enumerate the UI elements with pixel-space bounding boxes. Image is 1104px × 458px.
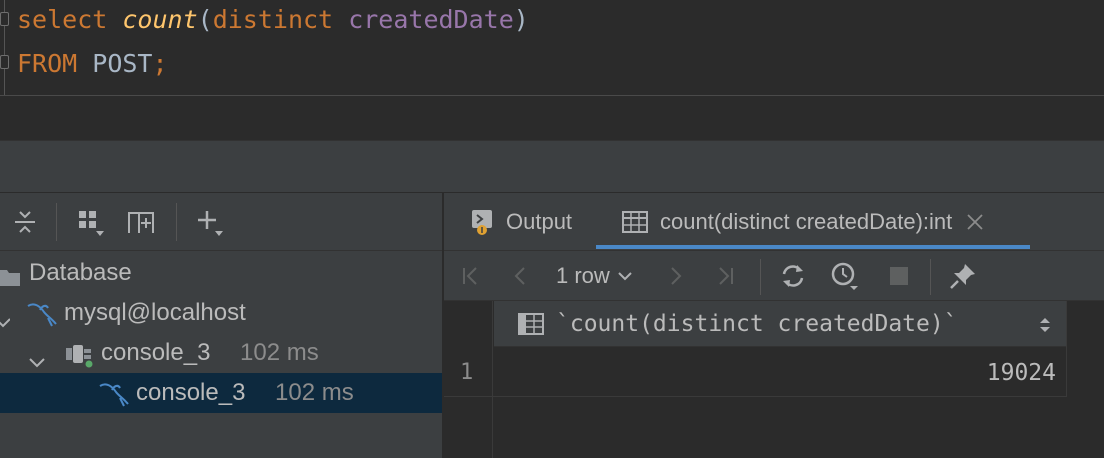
tree-item-label: console_3 xyxy=(136,379,246,406)
row-count-label: 1 row xyxy=(556,263,610,288)
group-by-icon[interactable] xyxy=(76,207,106,237)
first-page-icon[interactable] xyxy=(456,261,486,291)
tab-label: Output xyxy=(506,209,573,234)
code-line-2[interactable]: FROM POST; xyxy=(17,47,168,81)
history-icon[interactable] xyxy=(830,261,860,291)
results-toolbar: 1 row xyxy=(444,251,1104,301)
tree-item-mysql[interactable]: mysql@localhost xyxy=(0,293,442,333)
output-icon xyxy=(470,208,494,236)
results-tabs: Output count(distinct createdDate):int xyxy=(444,193,1104,251)
mysql-icon xyxy=(98,380,130,421)
column-header-label: `count(distinct createdDate)` xyxy=(556,311,958,337)
keyword-distinct: distinct xyxy=(212,5,334,34)
add-service-icon[interactable] xyxy=(126,207,156,237)
row-number: 1 xyxy=(460,360,474,385)
code-line-1[interactable]: select count(distinct createdDate) xyxy=(17,3,529,37)
toolbar-separator xyxy=(930,259,931,295)
function-count: count xyxy=(122,5,198,34)
column-name: createdDate xyxy=(348,5,514,34)
semicolon: ; xyxy=(152,49,168,78)
tree-item-console-session[interactable]: console_3 102 ms xyxy=(0,333,442,373)
chevron-down-icon xyxy=(618,271,632,281)
tab-output[interactable]: Output xyxy=(470,193,572,251)
sql-editor[interactable]: select count(distinct createdDate) FROM … xyxy=(0,0,1104,95)
fold-marker-icon[interactable] xyxy=(0,12,9,26)
toolbar-separator xyxy=(176,203,177,241)
execution-time: 102 ms xyxy=(275,379,354,406)
next-page-icon[interactable] xyxy=(660,261,690,291)
column-border xyxy=(1066,301,1067,397)
services-header xyxy=(0,140,1104,192)
fold-marker-icon[interactable] xyxy=(0,55,9,69)
paren-close: ) xyxy=(513,5,529,34)
toolbar-separator xyxy=(56,203,57,241)
tab-result-table[interactable]: count(distinct createdDate):int xyxy=(622,193,984,251)
editor-empty-area xyxy=(0,96,1104,140)
paren-open: ( xyxy=(197,5,213,34)
table-name: POST xyxy=(92,49,153,78)
tree-item-label: console_3 xyxy=(101,339,211,366)
tree-item-label: Database xyxy=(29,259,132,286)
close-icon[interactable] xyxy=(966,213,984,231)
row-number-gutter: 1 xyxy=(444,301,493,458)
stop-icon[interactable] xyxy=(884,261,914,291)
keyword-from: FROM xyxy=(17,49,78,78)
column-table-icon xyxy=(518,313,544,340)
add-icon[interactable] xyxy=(195,207,225,237)
table-icon xyxy=(622,210,648,234)
row-count-selector[interactable]: 1 row xyxy=(556,261,646,291)
tree-item-console-query[interactable]: console_3 102 ms xyxy=(0,373,442,413)
tree-item-database[interactable]: Database xyxy=(0,253,442,293)
services-toolbar xyxy=(0,193,442,251)
services-tree-panel: Database mysql@localhost console_3 102 m… xyxy=(0,193,442,458)
column-header[interactable]: `count(distinct createdDate)` xyxy=(494,301,1067,347)
execution-time: 102 ms xyxy=(240,339,319,366)
refresh-icon[interactable] xyxy=(778,261,808,291)
sort-icon[interactable] xyxy=(1039,317,1051,338)
toolbar-separator xyxy=(760,259,761,295)
active-tab-indicator xyxy=(596,245,1030,249)
row-border xyxy=(444,396,1067,397)
tab-label: count(distinct createdDate):int xyxy=(660,209,953,234)
keyword-select: select xyxy=(17,5,108,34)
tree-item-label: mysql@localhost xyxy=(64,299,246,326)
pin-icon[interactable] xyxy=(948,261,978,291)
prev-page-icon[interactable] xyxy=(506,261,536,291)
results-panel: Output count(distinct createdDate):int 1… xyxy=(444,193,1104,458)
cell-value[interactable]: 19024 xyxy=(494,353,1056,393)
last-page-icon[interactable] xyxy=(710,261,740,291)
collapse-all-icon[interactable] xyxy=(10,207,40,237)
